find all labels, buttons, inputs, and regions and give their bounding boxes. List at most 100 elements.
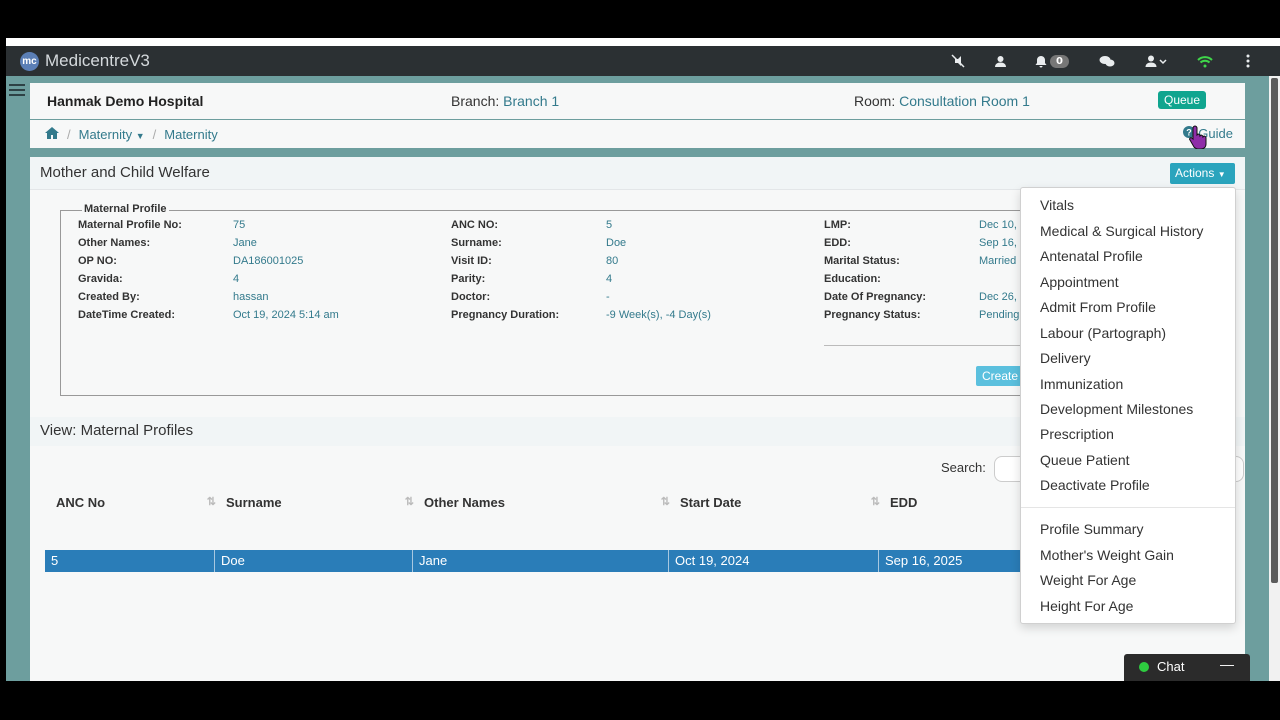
app-logo-icon: mc xyxy=(20,51,39,71)
menu-item-profile-summary[interactable]: Profile Summary xyxy=(1040,521,1143,537)
actions-dropdown-menu: Vitals Medical & Surgical History Antena… xyxy=(1020,187,1236,624)
minimize-icon[interactable]: — xyxy=(1220,656,1234,672)
menu-item-queue-patient[interactable]: Queue Patient xyxy=(1040,452,1130,468)
field-value: - xyxy=(606,291,610,303)
chat-widget[interactable]: Chat — xyxy=(1124,654,1250,681)
sort-icon: ⇅ xyxy=(660,496,670,508)
sidebar-toggle-icon[interactable] xyxy=(9,83,25,100)
field-value: Doe xyxy=(606,237,627,249)
field-label: Surname: xyxy=(451,237,502,249)
field-label: ANC NO: xyxy=(451,219,499,231)
menu-item-immunization[interactable]: Immunization xyxy=(1040,376,1123,392)
menu-item-vitals[interactable]: Vitals xyxy=(1040,197,1074,213)
room-link[interactable]: Consultation Room 1 xyxy=(899,93,1030,109)
menu-item-appointment[interactable]: Appointment xyxy=(1040,274,1119,290)
field-label: Marital Status: xyxy=(824,255,900,267)
field-value: -9 Week(s), -4 Day(s) xyxy=(606,309,711,321)
breadcrumb-maternity[interactable]: Maternity xyxy=(164,127,217,142)
field-label: Visit ID: xyxy=(451,255,492,267)
column-header-start-date[interactable]: Start Date ⇅ xyxy=(674,490,884,514)
column-header-anc-no[interactable]: ANC No ⇅ xyxy=(50,490,220,514)
column-header-surname[interactable]: Surname ⇅ xyxy=(220,490,418,514)
sort-icon: ⇅ xyxy=(870,496,880,508)
actions-button[interactable]: Actions ▼ xyxy=(1170,163,1235,184)
maternal-profile-fieldset xyxy=(60,210,1060,396)
app-name: MedicentreV3 xyxy=(45,51,150,70)
field-label: Pregnancy Status: xyxy=(824,309,921,321)
menu-item-admit-from-profile[interactable]: Admit From Profile xyxy=(1040,299,1156,315)
maternal-profile-legend: Maternal Profile xyxy=(82,203,169,215)
cell-other-names: Jane xyxy=(413,550,669,572)
branch-label: Branch: xyxy=(451,93,500,109)
top-strip xyxy=(6,38,1280,46)
field-value: Jane xyxy=(233,237,257,249)
breadcrumb-maternity-dropdown[interactable]: Maternity ▼ xyxy=(79,127,145,142)
brand[interactable]: mc MedicentreV3 xyxy=(20,51,150,71)
cell-start-date: Oct 19, 2024 xyxy=(669,550,879,572)
menu-item-antenatal-profile[interactable]: Antenatal Profile xyxy=(1040,248,1143,264)
user-support-icon[interactable] xyxy=(990,51,1010,71)
online-status-icon xyxy=(1139,662,1149,672)
menu-item-mothers-weight-gain[interactable]: Mother's Weight Gain xyxy=(1040,547,1174,563)
field-label: OP NO: xyxy=(78,255,117,267)
notifications-icon[interactable]: 0 xyxy=(1032,51,1072,71)
field-value: 4 xyxy=(606,273,613,285)
column-header-edd[interactable]: EDD xyxy=(884,490,1024,514)
chat-label: Chat xyxy=(1157,659,1185,674)
menu-item-development-milestones[interactable]: Development Milestones xyxy=(1040,401,1193,417)
queue-button[interactable]: Queue xyxy=(1158,91,1207,109)
caret-down-icon: ▼ xyxy=(135,130,145,141)
field-label: Date Of Pregnancy: xyxy=(824,291,927,303)
user-menu-icon[interactable] xyxy=(1142,51,1170,71)
menu-item-height-for-age[interactable]: Height For Age xyxy=(1040,598,1133,614)
branch-link[interactable]: Branch 1 xyxy=(503,93,559,109)
field-label: Other Names: xyxy=(78,237,151,249)
menu-item-deactivate-profile[interactable]: Deactivate Profile xyxy=(1040,477,1150,493)
table-row[interactable]: 5 Doe Jane Oct 19, 2024 Sep 16, 2025 xyxy=(45,550,1055,572)
sort-icon: ⇅ xyxy=(404,496,414,508)
hospital-name: Hanmak Demo Hospital xyxy=(47,93,204,109)
field-label: EDD: xyxy=(824,237,851,249)
field-value: 80 xyxy=(606,255,619,267)
field-label: Created By: xyxy=(78,291,140,303)
field-value: 75 xyxy=(233,219,246,231)
screen: mc MedicentreV3 0 Hanmak Demo Hospital B… xyxy=(0,0,1280,720)
field-label: Pregnancy Duration: xyxy=(451,309,560,321)
breadcrumb: / Maternity ▼ / Maternity ? Guide xyxy=(30,120,1245,148)
more-vertical-icon[interactable] xyxy=(1240,51,1256,71)
menu-item-prescription[interactable]: Prescription xyxy=(1040,426,1114,442)
field-value: 4 xyxy=(233,273,240,285)
mute-icon[interactable] xyxy=(948,51,968,71)
cell-anc-no: 5 xyxy=(45,550,215,572)
menu-item-labour-partograph[interactable]: Labour (Partograph) xyxy=(1040,325,1166,341)
field-value: hassan xyxy=(233,291,269,303)
mcw-title: Mother and Child Welfare xyxy=(40,164,210,181)
field-value: DA186001025 xyxy=(233,255,304,267)
column-header-other-names[interactable]: Other Names ⇅ xyxy=(418,490,674,514)
field-value: Oct 19, 2024 5:14 am xyxy=(233,309,339,321)
notification-count-badge: 0 xyxy=(1050,54,1069,68)
view-title: View: Maternal Profiles xyxy=(40,422,194,439)
top-navbar: mc MedicentreV3 0 xyxy=(6,46,1280,76)
field-value: Pending xyxy=(979,309,1020,321)
field-label: LMP: xyxy=(824,219,851,231)
wifi-icon xyxy=(1195,51,1215,71)
field-label: Education: xyxy=(824,273,881,285)
field-label: DateTime Created: xyxy=(78,309,175,321)
menu-item-medical-surgical-history[interactable]: Medical & Surgical History xyxy=(1040,223,1203,239)
menu-item-weight-for-age[interactable]: Weight For Age xyxy=(1040,572,1136,588)
field-label: Maternal Profile No: xyxy=(78,219,182,231)
sort-icon: ⇅ xyxy=(206,496,216,508)
cell-surname: Doe xyxy=(215,550,413,572)
menu-item-delivery[interactable]: Delivery xyxy=(1040,350,1091,366)
mcw-panel-header: Mother and Child Welfare Actions ▼ xyxy=(30,157,1245,190)
breadcrumb-separator: / xyxy=(152,126,157,142)
field-label: Doctor: xyxy=(451,291,491,303)
home-icon[interactable] xyxy=(45,126,59,142)
menu-divider xyxy=(1021,507,1235,508)
room-label: Room: xyxy=(854,93,896,109)
messages-icon[interactable] xyxy=(1097,51,1117,71)
breadcrumb-separator: / xyxy=(67,126,71,142)
scrollbar-thumb[interactable] xyxy=(1271,78,1278,583)
field-label: Parity: xyxy=(451,273,486,285)
